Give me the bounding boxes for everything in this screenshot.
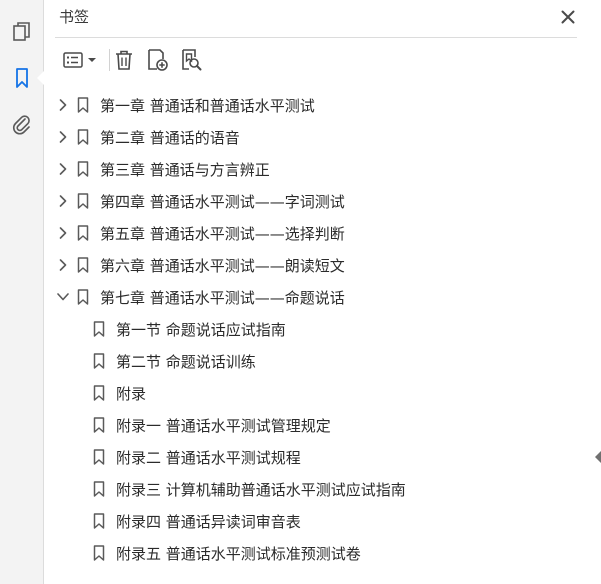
bookmark-item[interactable]: 第四章 普通话水平测试——字词测试 [44,185,601,217]
bookmark-icon [92,417,106,433]
page-thumbnails-icon [12,21,30,41]
bookmark-icon [92,481,106,497]
bookmark-icon [92,513,106,529]
attachments-button[interactable] [8,110,35,137]
find-bookmark-button[interactable] [177,47,205,73]
bookmark-label: 附录五 普通话水平测试标准预测试卷 [116,545,361,563]
bookmark-label: 第一章 普通话和普通话水平测试 [100,97,315,115]
new-bookmark-button[interactable] [143,47,171,73]
bookmark-item[interactable]: 第五章 普通话水平测试——选择判断 [44,217,601,249]
collapse-arrow-icon [595,451,601,463]
chevron-right-icon[interactable] [56,130,70,144]
bookmark-label: 第五章 普通话水平测试——选择判断 [100,225,345,243]
close-panel-button[interactable] [559,8,577,26]
bookmark-item[interactable]: 附录四 普通话异读词审音表 [44,505,601,537]
delete-bookmark-button[interactable] [111,47,137,73]
bookmark-icon [76,193,90,209]
bookmark-label: 附录一 普通话水平测试管理规定 [116,417,331,435]
bookmark-item[interactable]: 第二节 命题说话训练 [44,345,601,377]
trash-icon [116,50,132,70]
bookmarks-button[interactable] [8,64,44,91]
chevron-right-icon[interactable] [56,194,70,208]
toolbar-separator [109,49,110,71]
bookmark-label: 附录 [116,385,147,403]
panel-title: 书签 [59,8,90,26]
chevron-down-icon [87,58,96,62]
chevron-right-icon[interactable] [56,162,70,176]
header-divider [55,37,577,38]
bookmark-item[interactable]: 附录五 普通话水平测试标准预测试卷 [44,537,601,569]
bookmark-label: 附录二 普通话水平测试规程 [116,449,301,467]
paperclip-icon [12,114,30,134]
bookmark-item[interactable]: 第一节 命题说话应试指南 [44,313,601,345]
chevron-down-icon[interactable] [56,290,70,304]
options-menu-button[interactable] [59,47,99,73]
bookmark-icon [92,385,106,401]
bookmark-label: 第四章 普通话水平测试——字词测试 [100,193,345,211]
bookmark-icon [92,449,106,465]
panel-resize-handle[interactable] [595,448,601,463]
search-bookmark-icon [182,49,202,71]
bookmark-item[interactable]: 附录一 普通话水平测试管理规定 [44,409,601,441]
bookmark-label: 附录四 普通话异读词审音表 [116,513,301,531]
bookmark-icon [76,129,90,145]
close-icon [561,10,575,24]
bookmark-label: 第七章 普通话水平测试——命题说话 [100,289,345,307]
bookmark-icon [76,289,90,305]
bookmarks-toolbar [55,44,577,76]
bookmark-icon [76,161,90,177]
page-thumbnails-button[interactable] [8,18,35,45]
bookmark-icon [92,545,106,561]
bookmark-icon [76,257,90,273]
bookmark-item[interactable]: 第六章 普通话水平测试——朗读短文 [44,249,601,281]
bookmark-tree: 第一章 普通话和普通话水平测试 第二章 普通话的语音第三章 普通话与方言辨正第四章… [44,89,601,569]
bookmark-icon [15,67,28,88]
bookmarks-panel: 书签 第一章 普通话和普通话水平测试 第二章 普通话的语音 第三章 普通话与方言… [44,0,601,584]
bookmark-item[interactable]: 第一章 普通话和普通话水平测试 [44,89,601,121]
bookmark-label: 附录三 计算机辅助普通话水平测试应试指南 [116,481,406,499]
bookmark-label: 第二节 命题说话训练 [116,353,256,371]
chevron-right-icon[interactable] [56,98,70,112]
bookmark-label: 第一节 命题说话应试指南 [116,321,286,339]
bookmark-label: 第三章 普通话与方言辨正 [100,161,270,179]
navigation-rail [0,0,44,584]
bookmark-label: 第六章 普通话水平测试——朗读短文 [100,257,345,275]
bookmark-icon [76,97,90,113]
list-options-icon [62,52,83,68]
add-bookmark-icon [148,49,168,71]
chevron-right-icon[interactable] [56,226,70,240]
bookmark-item[interactable]: 附录 [44,377,601,409]
bookmark-icon [92,321,106,337]
bookmark-item[interactable]: 附录三 计算机辅助普通话水平测试应试指南 [44,473,601,505]
bookmark-item[interactable]: 第七章 普通话水平测试——命题说话 [44,281,601,313]
bookmark-item[interactable]: 附录二 普通话水平测试规程 [44,441,601,473]
bookmark-item[interactable]: 第三章 普通话与方言辨正 [44,153,601,185]
bookmark-icon [92,353,106,369]
bookmark-label: 第二章 普通话的语音 [100,129,240,147]
chevron-right-icon[interactable] [56,258,70,272]
bookmark-icon [76,225,90,241]
bookmark-item[interactable]: 第二章 普通话的语音 [44,121,601,153]
